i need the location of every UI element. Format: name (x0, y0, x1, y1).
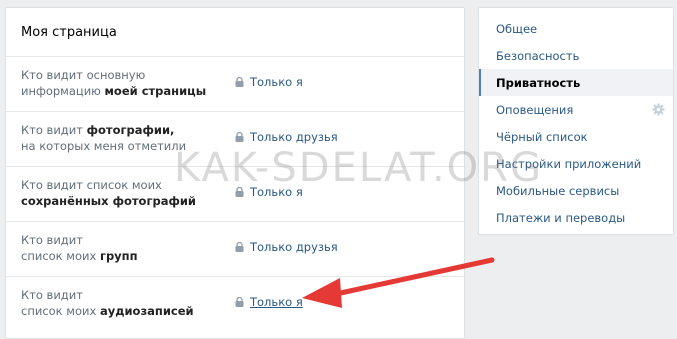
gear-icon[interactable] (652, 103, 665, 119)
watermark: KAK-SDELAT.ORG (174, 145, 543, 191)
page-title: Моя страница (21, 25, 117, 40)
privacy-dropdown-groups[interactable]: Только друзья (235, 240, 338, 254)
privacy-dropdown-audio[interactable]: Только я (235, 295, 303, 309)
sidebar-item-privacy[interactable]: Приватность (479, 69, 673, 96)
privacy-row-main-info: Кто видит основную информацию моей стран… (6, 57, 464, 112)
sidebar-item-general[interactable]: Общее (479, 15, 673, 42)
privacy-dropdown-main-info[interactable]: Только я (235, 75, 303, 89)
lock-icon (235, 242, 244, 252)
row-label: Кто видит основную информацию моей стран… (21, 68, 207, 98)
annotation-arrow (302, 257, 495, 308)
card-header: Моя страница (6, 8, 464, 57)
settings-sidebar: Общее Безопасность Приватность Оповещени… (478, 7, 674, 235)
privacy-dropdown-tagged-photos[interactable]: Только друзья (235, 130, 338, 144)
row-label: Кто видит список моих аудиозаписей (21, 288, 194, 318)
sidebar-item-notifications[interactable]: Оповещения (479, 96, 673, 123)
lock-icon (235, 77, 244, 87)
sidebar-item-payments[interactable]: Платежи и переводы (479, 204, 673, 231)
sidebar-item-security[interactable]: Безопасность (479, 42, 673, 69)
lock-icon (235, 297, 244, 307)
lock-icon (235, 132, 244, 142)
row-label: Кто видит список моих групп (21, 233, 138, 263)
